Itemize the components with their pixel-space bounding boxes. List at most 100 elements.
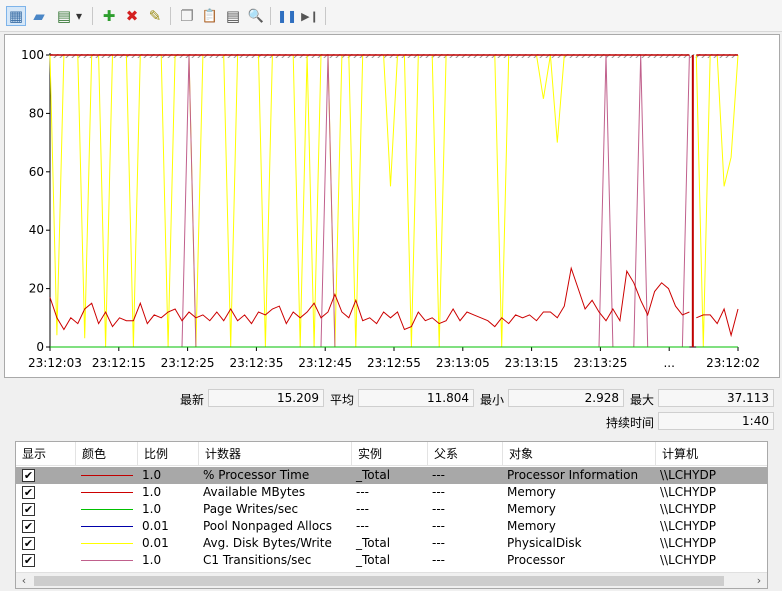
paste-counter-list-icon[interactable]: 📋: [200, 6, 220, 26]
toolbar-separator: [92, 7, 93, 25]
highlight-icon[interactable]: ✎: [145, 6, 165, 26]
x-tick-label: 23:12:25: [161, 356, 215, 370]
show-checkbox[interactable]: ✔: [22, 469, 35, 482]
column-header-parent[interactable]: 父系: [428, 442, 503, 466]
cell-instance: ---: [356, 519, 369, 533]
change-graph-type-icon[interactable]: ▤: [54, 6, 74, 26]
view-histogram-icon[interactable]: ▰: [29, 6, 49, 26]
cell-object: PhysicalDisk: [507, 536, 582, 550]
y-tick-label: 100: [21, 48, 44, 62]
table-row[interactable]: ✔ 1.0 Page Writes/sec --- --- Memory \\LCHYDP: [16, 501, 767, 518]
cell-counter: % Processor Time: [203, 468, 310, 482]
toolbar: ▦ ▰ ▤ ▾ ✚ ✖ ✎ ❐ 📋 ▤ 🔍 ❚❚ ▶❙: [0, 0, 782, 32]
delete-counter-icon[interactable]: ✖: [122, 6, 142, 26]
cell-object: Processor: [507, 553, 565, 567]
column-header-computer[interactable]: 计算机: [656, 442, 767, 466]
column-header-scale[interactable]: 比例: [138, 442, 199, 466]
show-checkbox[interactable]: ✔: [22, 503, 35, 516]
scroll-right-icon[interactable]: ›: [751, 573, 767, 588]
show-checkbox[interactable]: ✔: [22, 554, 35, 567]
counter-list[interactable]: 显示 颜色 比例 计数器 实例 父系 对象 计算机 ✔ 1.0 % Processo…: [15, 441, 768, 589]
column-header-counter[interactable]: 计数器: [199, 442, 352, 466]
duration-value: 1:40: [658, 412, 774, 430]
cell-instance: _Total: [356, 468, 391, 482]
average-value: 11.804: [358, 389, 474, 407]
show-checkbox[interactable]: ✔: [22, 537, 35, 550]
show-checkbox[interactable]: ✔: [22, 520, 35, 533]
cell-scale: 0.01: [142, 536, 169, 550]
x-tick-label: 23:13:15: [505, 356, 559, 370]
cell-scale: 1.0: [142, 468, 162, 482]
properties-icon[interactable]: ▤: [223, 6, 243, 26]
cell-computer: \\LCHYDP: [660, 485, 716, 499]
table-header: 显示 颜色 比例 计数器 实例 父系 对象 计算机: [16, 442, 767, 466]
color-swatch[interactable]: [81, 543, 133, 544]
cell-scale: 1.0: [142, 485, 162, 499]
toolbar-separator: [170, 7, 171, 25]
maximum-label: 最大: [630, 393, 655, 407]
y-tick-label: 40: [29, 223, 44, 237]
cell-counter: C1 Transitions/sec: [203, 553, 312, 567]
x-tick-label: ...: [663, 356, 674, 370]
cell-parent: ---: [432, 502, 445, 516]
cell-parent: ---: [432, 519, 445, 533]
cell-object: Memory: [507, 519, 556, 533]
cell-scale: 1.0: [142, 502, 162, 516]
cell-counter: Avg. Disk Bytes/Write: [203, 536, 332, 550]
column-header-show[interactable]: 显示: [16, 442, 76, 466]
color-swatch[interactable]: [81, 526, 133, 527]
table-row[interactable]: ✔ 1.0 % Processor Time _Total --- Processor I…: [16, 467, 767, 484]
color-swatch[interactable]: [81, 492, 133, 493]
x-tick-label: 23:12:55: [367, 356, 421, 370]
add-counter-icon[interactable]: ✚: [99, 6, 119, 26]
x-tick-label: 23:12:15: [92, 356, 146, 370]
table-row[interactable]: ✔ 0.01 Pool Nonpaged Allocs --- --- Memory \\L…: [16, 518, 767, 535]
statistics-bar: 最新 15.209 平均 11.804 最小 2.928 最大 37.113 持…: [0, 384, 782, 434]
color-swatch[interactable]: [81, 560, 133, 561]
table-row[interactable]: ✔ 0.01 Avg. Disk Bytes/Write _Total --- Physi…: [16, 535, 767, 552]
line-chart: 0 20 40 60 80 100 23:12:03 23:12:15 23:12:25 23:1…: [21, 48, 760, 370]
color-swatch[interactable]: [81, 475, 133, 476]
cell-object: Memory: [507, 485, 556, 499]
x-tick-label: 23:13:25: [573, 356, 627, 370]
show-checkbox[interactable]: ✔: [22, 486, 35, 499]
horizontal-scrollbar[interactable]: ‹ ›: [16, 572, 767, 588]
x-tick-label: 23:12:35: [229, 356, 283, 370]
color-swatch[interactable]: [81, 509, 133, 510]
cell-object: Memory: [507, 502, 556, 516]
column-header-color[interactable]: 颜色: [76, 442, 138, 466]
last-label: 最新: [180, 393, 205, 407]
table-row[interactable]: ✔ 1.0 Available MBytes --- --- Memory \\LCHYDP: [16, 484, 767, 501]
performance-graph[interactable]: 0 20 40 60 80 100 23:12:03 23:12:15 23:12:25 23:1…: [4, 34, 780, 378]
cell-instance: _Total: [356, 553, 391, 567]
zoom-icon[interactable]: 🔍: [246, 6, 266, 26]
cell-computer: \\LCHYDP: [660, 502, 716, 516]
y-tick-label: 0: [36, 340, 44, 354]
maximum-value: 37.113: [658, 389, 774, 407]
cell-computer: \\LCHYDP: [660, 468, 716, 482]
freeze-display-icon[interactable]: ❚❚: [277, 6, 297, 26]
average-label: 平均: [330, 393, 355, 407]
cell-object: Processor Information: [507, 468, 639, 482]
cell-counter: Page Writes/sec: [203, 502, 299, 516]
cell-parent: ---: [432, 553, 445, 567]
update-data-icon[interactable]: ▶❙: [300, 6, 320, 26]
column-header-instance[interactable]: 实例: [352, 442, 428, 466]
dropdown-arrow-icon[interactable]: ▾: [72, 6, 86, 26]
copy-properties-icon[interactable]: ❐: [177, 6, 197, 26]
cell-computer: \\LCHYDP: [660, 519, 716, 533]
cell-instance: ---: [356, 485, 369, 499]
cell-instance: ---: [356, 502, 369, 516]
cell-parent: ---: [432, 485, 445, 499]
y-tick-label: 20: [29, 282, 44, 296]
duration-label: 持续时间: [606, 416, 655, 430]
table-row[interactable]: ✔ 1.0 C1 Transitions/sec _Total --- Processor…: [16, 552, 767, 569]
scroll-left-icon[interactable]: ‹: [16, 573, 32, 588]
cell-computer: \\LCHYDP: [660, 553, 716, 567]
cell-computer: \\LCHYDP: [660, 536, 716, 550]
scrollbar-thumb[interactable]: [34, 576, 724, 586]
cell-instance: _Total: [356, 536, 391, 550]
cell-parent: ---: [432, 536, 445, 550]
column-header-object[interactable]: 对象: [503, 442, 656, 466]
view-graph-icon[interactable]: ▦: [6, 6, 26, 26]
